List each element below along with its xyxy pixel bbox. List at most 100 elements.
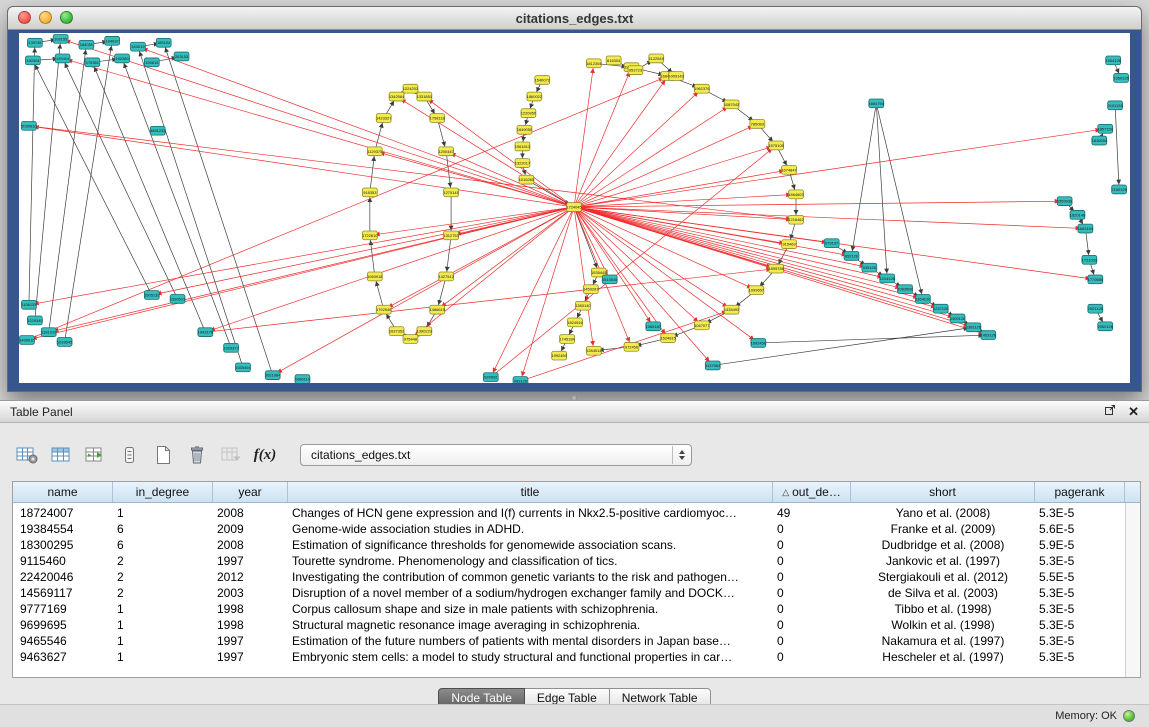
- table-cell: 6: [113, 537, 213, 553]
- graph-node-label: 1409015: [19, 337, 35, 342]
- graph-edge[interactable]: [29, 43, 35, 305]
- table-mode-icon[interactable]: [12, 442, 42, 468]
- column-header-pagerank[interactable]: pagerank: [1035, 482, 1125, 502]
- show-columns-icon[interactable]: [46, 442, 76, 468]
- function-builder-icon[interactable]: f(x): [250, 442, 280, 468]
- graph-edge[interactable]: [61, 39, 574, 207]
- graph-edge[interactable]: [205, 269, 776, 333]
- graph-edge[interactable]: [63, 58, 574, 207]
- graph-edge[interactable]: [446, 235, 451, 276]
- column-list-icon[interactable]: [114, 442, 144, 468]
- graph-edge[interactable]: [574, 207, 796, 220]
- graph-edge[interactable]: [574, 201, 1065, 207]
- graph-edge[interactable]: [574, 207, 732, 310]
- table-panel-body: f(x) citations_edges.txt namein_degreeye…: [0, 423, 1149, 704]
- table-row[interactable]: 946362711997Embryonic stem cells: a mode…: [13, 649, 1140, 665]
- table-cell: 5.3E-5: [1035, 505, 1125, 521]
- graph-node-label: 1649050: [517, 127, 533, 132]
- graph-edge[interactable]: [29, 207, 574, 305]
- table-cell: 5.3E-5: [1035, 617, 1125, 633]
- close-window-button[interactable]: [18, 11, 31, 24]
- graph-edge[interactable]: [574, 89, 702, 207]
- column-header-title[interactable]: title: [288, 482, 773, 502]
- graph-edge[interactable]: [122, 58, 231, 347]
- graph-edge[interactable]: [574, 129, 1105, 207]
- graph-edge[interactable]: [49, 207, 574, 332]
- graph-edge[interactable]: [273, 207, 574, 375]
- graph-node-label: 2050126: [1098, 324, 1114, 329]
- column-header-year[interactable]: year: [213, 482, 288, 502]
- network-graph-canvas[interactable]: 1724045181230411254891664950196137610870…: [19, 33, 1130, 383]
- import-table-icon[interactable]: [216, 442, 246, 468]
- table-cell: 2: [113, 553, 213, 569]
- graph-edge[interactable]: [574, 170, 789, 207]
- table-cell: Jankovic et al. (1997): [851, 553, 1035, 569]
- graph-edge[interactable]: [1115, 105, 1119, 189]
- table-row[interactable]: 1872400712008Changes of HCN gene express…: [13, 505, 1140, 521]
- close-panel-icon[interactable]: ✕: [1128, 406, 1139, 418]
- graph-edge[interactable]: [35, 39, 61, 321]
- new-column-icon[interactable]: [80, 442, 110, 468]
- graph-node-label: 1453126: [981, 333, 997, 338]
- table-cell: Tourette syndrome. Phenomenology and cla…: [288, 553, 773, 569]
- graph-edge[interactable]: [29, 126, 796, 220]
- table-row[interactable]: 977716911998Corpus callosum shape and si…: [13, 601, 1140, 617]
- table-row[interactable]: 2242004622012Investigating the contribut…: [13, 569, 1140, 585]
- table-cell: Estimation of significance thresholds fo…: [288, 537, 773, 553]
- graph-edge[interactable]: [574, 67, 631, 207]
- graph-edge[interactable]: [370, 151, 375, 192]
- graph-node-label: 924502: [484, 375, 497, 380]
- graph-edge[interactable]: [574, 207, 594, 351]
- graph-edge[interactable]: [574, 207, 869, 268]
- new-table-icon[interactable]: [148, 442, 178, 468]
- table-row[interactable]: 911546021997Tourette syndrome. Phenomeno…: [13, 553, 1140, 569]
- graph-edge[interactable]: [574, 124, 757, 207]
- window-titlebar[interactable]: citations_edges.txt: [8, 7, 1141, 30]
- table-cell: 14569117: [13, 585, 113, 601]
- graph-edge[interactable]: [152, 207, 574, 295]
- graph-edge[interactable]: [574, 63, 594, 207]
- graph-edge[interactable]: [375, 118, 384, 151]
- table-cell: Embryonic stem cells: a model to study s…: [288, 649, 773, 665]
- graph-edge[interactable]: [574, 207, 905, 289]
- graph-edge[interactable]: [437, 276, 446, 309]
- graph-node-label: 785083: [751, 121, 765, 126]
- table-row[interactable]: 1938455462009Genome-wide association stu…: [13, 521, 1140, 537]
- graph-edge[interactable]: [876, 103, 923, 299]
- graph-edge[interactable]: [49, 45, 87, 332]
- graph-edge[interactable]: [852, 103, 877, 256]
- column-header-out_de[interactable]: △out_de…: [773, 482, 851, 502]
- table-row[interactable]: 946554611997Estimation of the future num…: [13, 633, 1140, 649]
- graph-edge[interactable]: [375, 276, 384, 309]
- float-panel-icon[interactable]: [1104, 404, 1116, 419]
- graph-edge[interactable]: [138, 47, 574, 207]
- graph-edge[interactable]: [138, 47, 243, 368]
- graph-edge[interactable]: [63, 58, 178, 299]
- table-row[interactable]: 1456911722003Disruption of a novel membe…: [13, 585, 1140, 601]
- column-header-short[interactable]: short: [851, 482, 1035, 502]
- table-cell: 19384554: [13, 521, 113, 537]
- delete-table-icon[interactable]: [182, 442, 212, 468]
- graph-edge[interactable]: [574, 207, 887, 278]
- zoom-window-button[interactable]: [60, 11, 73, 24]
- graph-edge[interactable]: [574, 104, 732, 207]
- table-vertical-scrollbar[interactable]: [1125, 503, 1140, 677]
- graph-edge[interactable]: [29, 126, 574, 207]
- table-cell: 0: [773, 633, 851, 649]
- column-header-in_degree[interactable]: in_degree: [113, 482, 213, 502]
- graph-node-label: 1224203: [403, 86, 419, 91]
- table-select[interactable]: citations_edges.txt: [300, 444, 692, 466]
- graph-node-label: 1535494: [235, 365, 251, 370]
- graph-node-label: 1331019: [41, 330, 56, 335]
- table-cell: 1998: [213, 601, 288, 617]
- table-row[interactable]: 1830029562008Estimation of significance …: [13, 537, 1140, 553]
- graph-edge[interactable]: [876, 103, 887, 278]
- graph-edge[interactable]: [437, 207, 574, 310]
- graph-edge[interactable]: [574, 194, 796, 207]
- column-header-name[interactable]: name: [13, 482, 113, 502]
- graph-node-label: 1943176: [198, 330, 214, 335]
- table-row[interactable]: 969969511998Structural magnetic resonanc…: [13, 617, 1140, 633]
- graph-edge[interactable]: [33, 60, 152, 295]
- graph-edge[interactable]: [574, 145, 776, 207]
- minimize-window-button[interactable]: [39, 11, 52, 24]
